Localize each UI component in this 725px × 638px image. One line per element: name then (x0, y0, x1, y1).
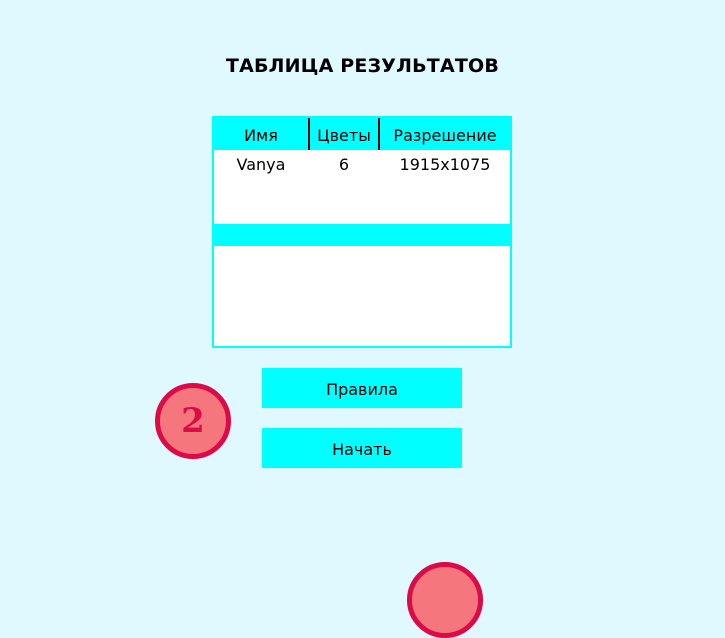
number-badge-partial[interactable] (407, 562, 483, 638)
cell-colors: 6 (338, 155, 350, 174)
column-header-name: Имя (244, 126, 278, 145)
table-separator-band (214, 224, 510, 246)
start-button[interactable]: Начать (262, 428, 462, 468)
table-header: Имя Цветы Разрешение (214, 118, 510, 150)
column-header-colors: Цветы (317, 126, 371, 145)
table-row: Vanya 6 1915x1075 (214, 152, 510, 174)
cell-resolution: 1915x1075 (399, 155, 491, 174)
page-title: ТАБЛИЦА РЕЗУЛЬТАТОВ (225, 55, 500, 77)
results-table: Имя Цветы Разрешение Vanya 6 1915x1075 (212, 116, 512, 348)
column-header-resolution: Разрешение (393, 126, 497, 145)
cell-name: Vanya (236, 155, 286, 174)
rules-button[interactable]: Правила (262, 368, 462, 408)
number-badge[interactable]: 2 (155, 383, 231, 459)
